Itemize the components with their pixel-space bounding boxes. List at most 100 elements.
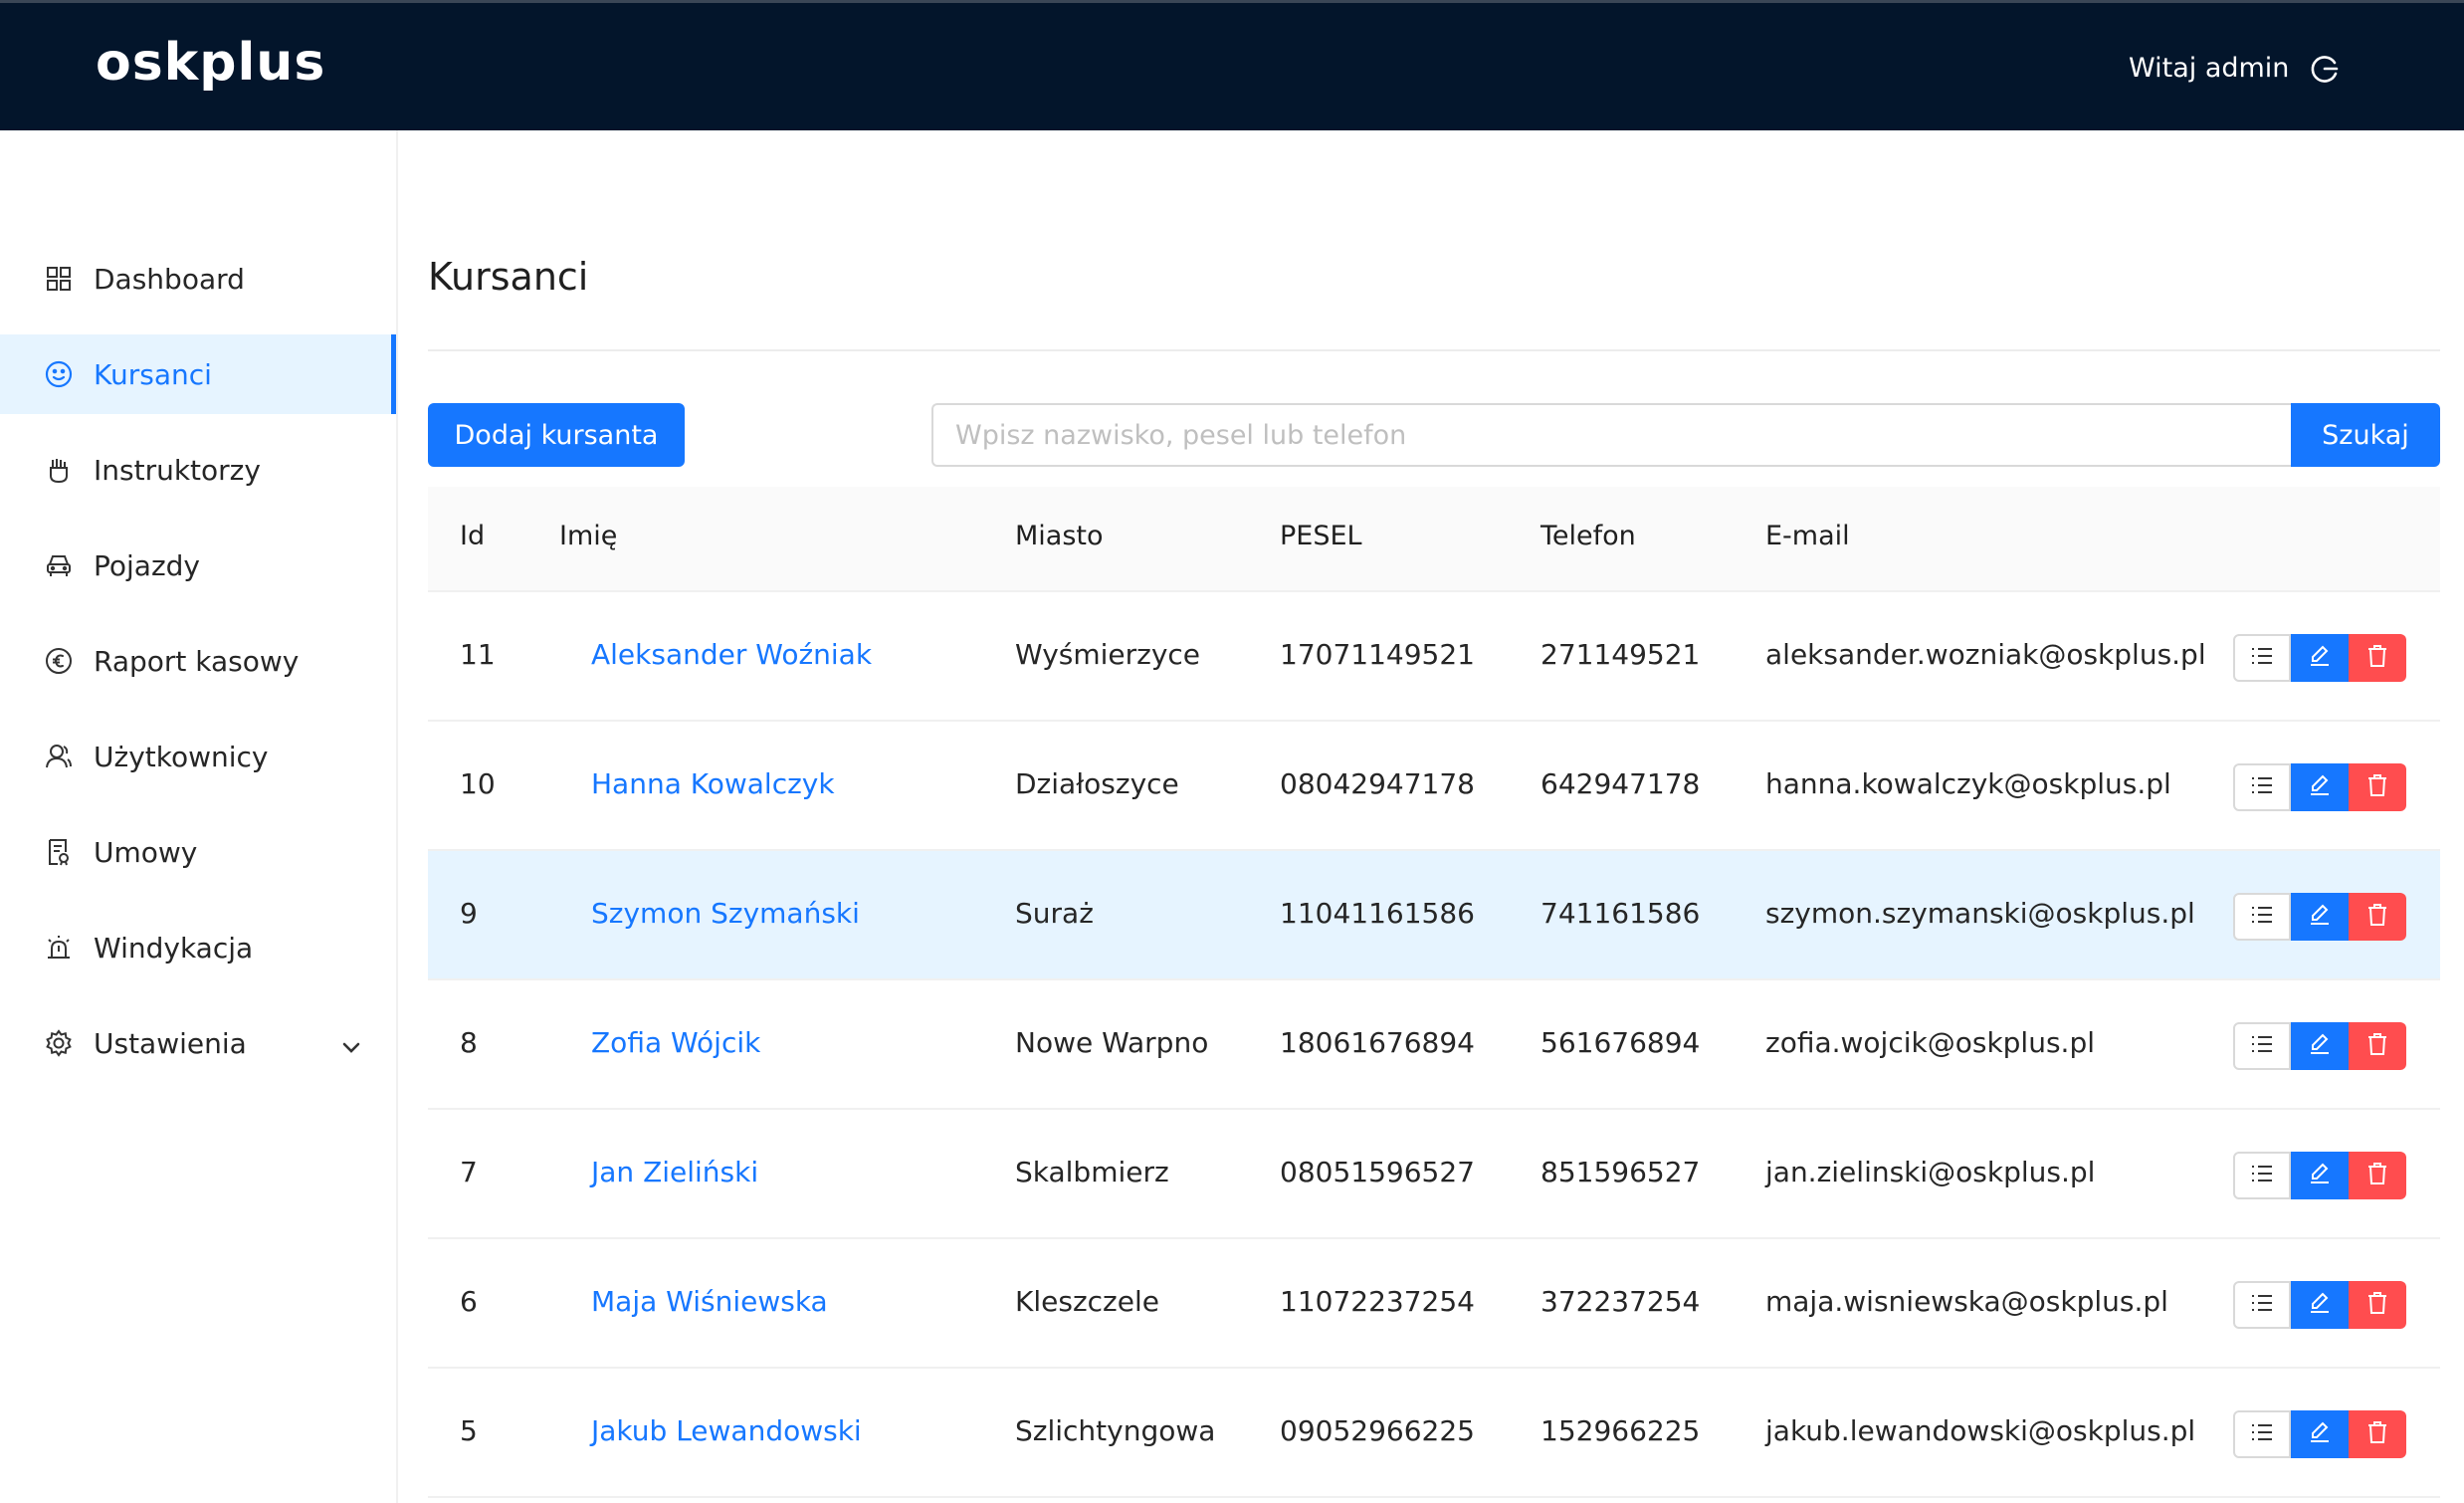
student-name-link[interactable]: Jan Zieliński: [591, 1156, 758, 1188]
dashboard-icon: [44, 264, 74, 294]
sidebar-item-windykacja[interactable]: Windykacja: [0, 908, 396, 987]
cell-city: Kleszczele: [1015, 1285, 1159, 1318]
cell-city: Nowe Warpno: [1015, 1026, 1209, 1059]
page-title: Kursanci: [428, 255, 589, 299]
trash-icon: [2366, 1420, 2388, 1448]
student-name-link[interactable]: Zofia Wójcik: [591, 1026, 760, 1059]
edit-button[interactable]: [2291, 634, 2349, 682]
search-button[interactable]: Szukaj: [2291, 403, 2440, 467]
edit-button[interactable]: [2291, 893, 2349, 941]
sidebar-item-umowy[interactable]: Umowy: [0, 812, 396, 892]
table-header: Id Imię Miasto PESEL Telefon E-mail: [428, 487, 2440, 592]
list-icon: [2250, 775, 2274, 799]
chevron-down-icon[interactable]: [340, 1032, 362, 1054]
details-button[interactable]: [2233, 763, 2291, 811]
edit-button[interactable]: [2291, 1281, 2349, 1329]
edit-button[interactable]: [2291, 763, 2349, 811]
column-header-name[interactable]: Imię: [559, 521, 617, 551]
cell-email: szymon.szymanski@oskplus.pl: [1765, 897, 2195, 930]
user-greeting: Witaj admin: [2129, 53, 2290, 84]
cell-phone: 561676894: [1540, 1026, 1701, 1059]
edit-icon: [2308, 644, 2332, 672]
sidebar-item-label: Raport kasowy: [94, 644, 300, 678]
student-name-link[interactable]: Maja Wiśniewska: [591, 1285, 828, 1318]
delete-button[interactable]: [2349, 1022, 2406, 1070]
details-button[interactable]: [2233, 634, 2291, 682]
student-name-link[interactable]: Aleksander Woźniak: [591, 638, 872, 671]
delete-button[interactable]: [2349, 763, 2406, 811]
divider: [428, 349, 2440, 351]
table-row[interactable]: 7 Jan Zieliński Skalbmierz 08051596527 85159…: [428, 1110, 2440, 1239]
trash-icon: [2366, 1162, 2388, 1189]
logout-icon[interactable]: [2309, 53, 2341, 85]
row-actions: [2233, 634, 2406, 682]
table-row[interactable]: 6 Maja Wiśniewska Kleszczele 11072237254 372…: [428, 1239, 2440, 1369]
column-header-email[interactable]: E-mail: [1765, 521, 1850, 551]
details-button[interactable]: [2233, 1152, 2291, 1199]
euro-icon: [44, 646, 74, 676]
details-button[interactable]: [2233, 1022, 2291, 1070]
cell-id: 11: [460, 638, 496, 671]
row-actions: [2233, 763, 2406, 811]
details-button[interactable]: [2233, 893, 2291, 941]
sidebar-item-pojazdy[interactable]: Pojazdy: [0, 526, 396, 605]
delete-button[interactable]: [2349, 1410, 2406, 1458]
cell-email: hanna.kowalczyk@oskplus.pl: [1765, 767, 2171, 800]
edit-button[interactable]: [2291, 1410, 2349, 1458]
column-header-phone[interactable]: Telefon: [1540, 521, 1636, 551]
cell-phone: 741161586: [1540, 897, 1701, 930]
settings-icon: [44, 1028, 74, 1058]
edit-button[interactable]: [2291, 1022, 2349, 1070]
table-row[interactable]: 5 Jakub Lewandowski Szlichtyngowa 090529662…: [428, 1369, 2440, 1498]
sidebar-item-raport-kasowy[interactable]: Raport kasowy: [0, 621, 396, 701]
trash-icon: [2366, 773, 2388, 801]
student-name-link[interactable]: Hanna Kowalczyk: [591, 767, 835, 800]
top-bar: oskplus Witaj admin: [0, 0, 2464, 130]
sidebar-item-label: Dashboard: [94, 262, 245, 296]
app-logo[interactable]: oskplus: [96, 33, 325, 93]
edit-button[interactable]: [2291, 1152, 2349, 1199]
table-row[interactable]: 9 Szymon Szymański Suraż 11041161586 7411615…: [428, 851, 2440, 980]
row-actions: [2233, 1410, 2406, 1458]
list-icon: [2250, 1034, 2274, 1058]
table-row[interactable]: 10 Hanna Kowalczyk Działoszyce 08042947178 6…: [428, 722, 2440, 851]
contract-icon: [44, 837, 74, 867]
row-actions: [2233, 1281, 2406, 1329]
student-name-link[interactable]: Szymon Szymański: [591, 897, 860, 930]
delete-button[interactable]: [2349, 1281, 2406, 1329]
details-button[interactable]: [2233, 1281, 2291, 1329]
cell-email: jakub.lewandowski@oskplus.pl: [1765, 1414, 2196, 1447]
trash-icon: [2366, 903, 2388, 931]
cell-email: maja.wisniewska@oskplus.pl: [1765, 1285, 2168, 1318]
sidebar-item-ustawienia[interactable]: Ustawienia: [0, 1003, 396, 1083]
delete-button[interactable]: [2349, 1152, 2406, 1199]
cell-id: 8: [460, 1026, 478, 1059]
sidebar-item-label: Użytkownicy: [94, 740, 269, 773]
column-header-city[interactable]: Miasto: [1015, 521, 1104, 551]
table-row[interactable]: 11 Aleksander Woźniak Wyśmierzyce 170711495…: [428, 592, 2440, 722]
details-button[interactable]: [2233, 1410, 2291, 1458]
delete-button[interactable]: [2349, 893, 2406, 941]
search-input[interactable]: [931, 403, 2321, 467]
sidebar-item-kursanci[interactable]: Kursanci: [0, 334, 396, 414]
column-header-id[interactable]: Id: [460, 521, 485, 551]
cell-pesel: 09052966225: [1280, 1414, 1475, 1447]
cell-pesel: 11072237254: [1280, 1285, 1475, 1318]
cell-email: jan.zielinski@oskplus.pl: [1765, 1156, 2096, 1188]
add-student-button[interactable]: Dodaj kursanta: [428, 403, 685, 467]
sidebar-item-uzytkownicy[interactable]: Użytkownicy: [0, 717, 396, 796]
sidebar-item-label: Umowy: [94, 835, 198, 869]
list-icon: [2250, 905, 2274, 929]
edit-icon: [2308, 1032, 2332, 1060]
edit-icon: [2308, 773, 2332, 801]
delete-button[interactable]: [2349, 634, 2406, 682]
cell-city: Szlichtyngowa: [1015, 1414, 1216, 1447]
cell-city: Suraż: [1015, 897, 1094, 930]
column-header-pesel[interactable]: PESEL: [1280, 521, 1362, 551]
cell-pesel: 18061676894: [1280, 1026, 1475, 1059]
table-row[interactable]: 8 Zofia Wójcik Nowe Warpno 18061676894 56167…: [428, 980, 2440, 1110]
sidebar-item-instruktorzy[interactable]: Instruktorzy: [0, 430, 396, 510]
student-name-link[interactable]: Jakub Lewandowski: [591, 1414, 862, 1447]
sidebar-item-dashboard[interactable]: Dashboard: [0, 239, 396, 319]
edit-icon: [2308, 903, 2332, 931]
